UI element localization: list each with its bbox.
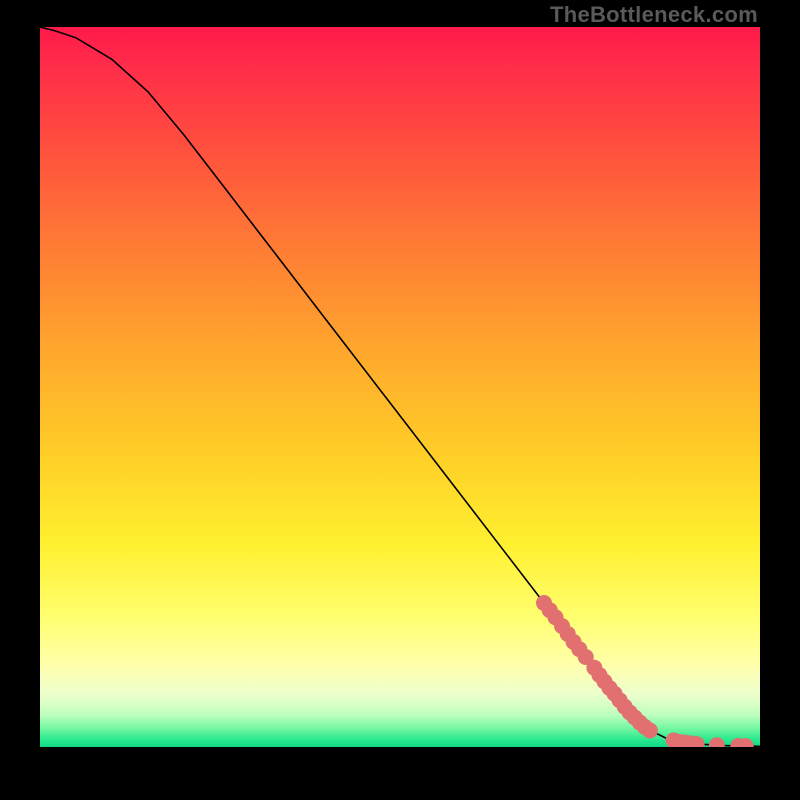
watermark-text: TheBottleneck.com <box>550 2 758 28</box>
chart-frame: TheBottleneck.com <box>0 0 800 800</box>
gradient-background <box>40 27 760 747</box>
chart-svg <box>40 27 760 747</box>
plot-area <box>40 27 760 747</box>
highlight-point <box>642 722 658 738</box>
